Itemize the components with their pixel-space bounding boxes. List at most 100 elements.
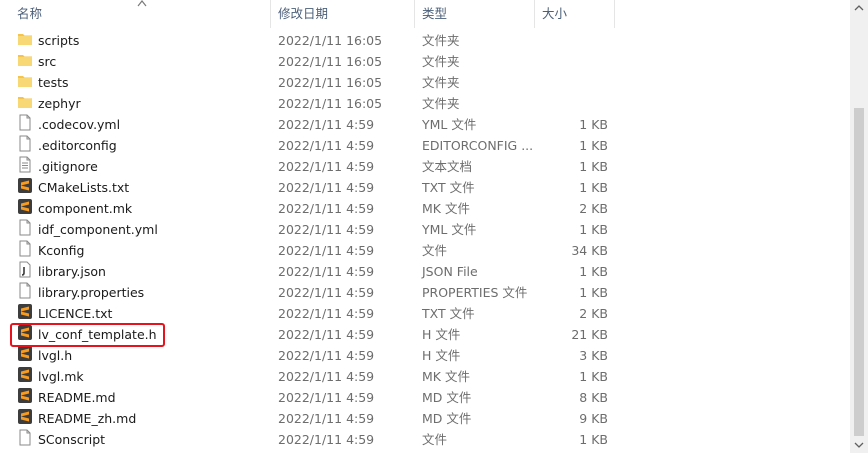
file-name: lvgl.h	[38, 348, 73, 363]
table-row[interactable]: README_zh.md 2022/1/11 4:59 MD 文件 9 KB	[0, 408, 850, 429]
file-name: idf_component.yml	[38, 222, 158, 237]
file-size: 3 KB	[579, 348, 608, 363]
file-size: 1 KB	[579, 222, 608, 237]
table-row[interactable]: component.mk 2022/1/11 4:59 MK 文件 2 KB	[0, 198, 850, 219]
column-divider[interactable]	[414, 0, 415, 28]
sublime-icon	[17, 366, 33, 383]
file-type: MK 文件	[422, 369, 470, 384]
file-size: 34 KB	[571, 243, 608, 258]
table-row[interactable]: tests 2022/1/11 16:05 文件夹	[0, 72, 850, 93]
table-row[interactable]: .gitignore 2022/1/11 4:59 文本文档 1 KB	[0, 156, 850, 177]
file-type: 文件	[422, 432, 448, 447]
file-size: 1 KB	[579, 117, 608, 132]
modified-date: 2022/1/11 4:59	[278, 348, 375, 363]
file-type: JSON File	[422, 264, 478, 279]
sublime-icon	[17, 345, 33, 362]
scrollbar-thumb[interactable]	[854, 108, 864, 436]
file-size: 9 KB	[579, 411, 608, 426]
json-icon	[17, 261, 33, 278]
file-type: H 文件	[422, 327, 461, 342]
file-size: 2 KB	[579, 201, 608, 216]
scroll-down-icon[interactable]	[854, 441, 864, 449]
table-row[interactable]: lvgl.h 2022/1/11 4:59 H 文件 3 KB	[0, 345, 850, 366]
folder-icon	[17, 30, 33, 47]
table-row[interactable]: library.properties 2022/1/11 4:59 PROPERTI…	[0, 282, 850, 303]
sublime-icon	[17, 198, 33, 215]
modified-date: 2022/1/11 16:05	[278, 96, 383, 111]
file-icon	[17, 240, 33, 257]
column-divider[interactable]	[614, 0, 615, 28]
vertical-scrollbar[interactable]	[850, 0, 868, 453]
modified-date: 2022/1/11 4:59	[278, 369, 375, 384]
table-row[interactable]: CMakeLists.txt 2022/1/11 4:59 TXT 文件 1 KB	[0, 177, 850, 198]
file-name: README_zh.md	[38, 411, 137, 426]
table-row[interactable]: src 2022/1/11 16:05 文件夹	[0, 51, 850, 72]
modified-date: 2022/1/11 16:05	[278, 75, 383, 90]
file-size: 8 KB	[579, 390, 608, 405]
file-name: tests	[38, 75, 69, 90]
table-row[interactable]: .editorconfig 2022/1/11 4:59 EDITORCONFIG …	[0, 135, 850, 156]
file-name: src	[38, 54, 57, 69]
sublime-icon	[17, 303, 33, 320]
file-name: scripts	[38, 33, 80, 48]
modified-date: 2022/1/11 4:59	[278, 432, 375, 447]
column-header-name[interactable]: 名称	[17, 0, 42, 28]
scroll-up-icon[interactable]	[854, 4, 864, 12]
table-row[interactable]: zephyr 2022/1/11 16:05 文件夹	[0, 93, 850, 114]
column-header-type[interactable]: 类型	[422, 0, 447, 28]
file-name: .editorconfig	[38, 138, 117, 153]
file-name: library.properties	[38, 285, 145, 300]
file-icon	[17, 282, 33, 299]
file-icon	[17, 135, 33, 152]
file-type: PROPERTIES 文件	[422, 285, 528, 300]
modified-date: 2022/1/11 4:59	[278, 222, 375, 237]
sublime-icon	[17, 408, 33, 425]
table-row[interactable]: Kconfig 2022/1/11 4:59 文件 34 KB	[0, 240, 850, 261]
column-header-date[interactable]: 修改日期	[278, 0, 328, 28]
modified-date: 2022/1/11 4:59	[278, 117, 375, 132]
file-type: YML 文件	[422, 117, 477, 132]
file-size: 1 KB	[579, 264, 608, 279]
modified-date: 2022/1/11 16:05	[278, 54, 383, 69]
table-row[interactable]: .codecov.yml 2022/1/11 4:59 YML 文件 1 KB	[0, 114, 850, 135]
file-type: MD 文件	[422, 411, 472, 426]
file-name: README.md	[38, 390, 116, 405]
table-row[interactable]: lvgl.mk 2022/1/11 4:59 MK 文件 1 KB	[0, 366, 850, 387]
file-type: 文件夹	[422, 75, 460, 90]
modified-date: 2022/1/11 4:59	[278, 159, 375, 174]
file-size: 1 KB	[579, 180, 608, 195]
file-type: 文件夹	[422, 96, 460, 111]
column-header-bar: 名称 修改日期 类型 大小	[0, 0, 850, 28]
column-divider[interactable]	[534, 0, 535, 28]
modified-date: 2022/1/11 4:59	[278, 285, 375, 300]
modified-date: 2022/1/11 16:05	[278, 33, 383, 48]
column-header-size[interactable]: 大小	[542, 0, 567, 28]
table-row[interactable]: idf_component.yml 2022/1/11 4:59 YML 文件 1 K…	[0, 219, 850, 240]
file-icon	[17, 429, 33, 446]
modified-date: 2022/1/11 4:59	[278, 180, 375, 195]
modified-date: 2022/1/11 4:59	[278, 411, 375, 426]
table-row[interactable]: scripts 2022/1/11 16:05 文件夹	[0, 30, 850, 51]
modified-date: 2022/1/11 4:59	[278, 390, 375, 405]
file-name: LICENCE.txt	[38, 306, 113, 321]
table-row[interactable]: README.md 2022/1/11 4:59 MD 文件 8 KB	[0, 387, 850, 408]
file-type: 文本文档	[422, 159, 473, 174]
folder-icon	[17, 72, 33, 89]
file-type: YML 文件	[422, 222, 477, 237]
file-size: 21 KB	[571, 327, 608, 342]
file-size: 1 KB	[579, 159, 608, 174]
column-divider[interactable]	[270, 0, 271, 28]
folder-icon	[17, 93, 33, 110]
file-name: zephyr	[38, 96, 81, 111]
sublime-icon	[17, 387, 33, 404]
file-size: 1 KB	[579, 138, 608, 153]
file-name: Kconfig	[38, 243, 85, 258]
file-size: 1 KB	[579, 369, 608, 384]
file-name: .codecov.yml	[38, 117, 121, 132]
table-row[interactable]: LICENCE.txt 2022/1/11 4:59 TXT 文件 2 KB	[0, 303, 850, 324]
file-type: TXT 文件	[422, 180, 475, 195]
file-icon	[17, 219, 33, 236]
table-row[interactable]: SConscript 2022/1/11 4:59 文件 1 KB	[0, 429, 850, 450]
file-type: 文件夹	[422, 54, 460, 69]
table-row[interactable]: library.json 2022/1/11 4:59 JSON File 1 KB	[0, 261, 850, 282]
